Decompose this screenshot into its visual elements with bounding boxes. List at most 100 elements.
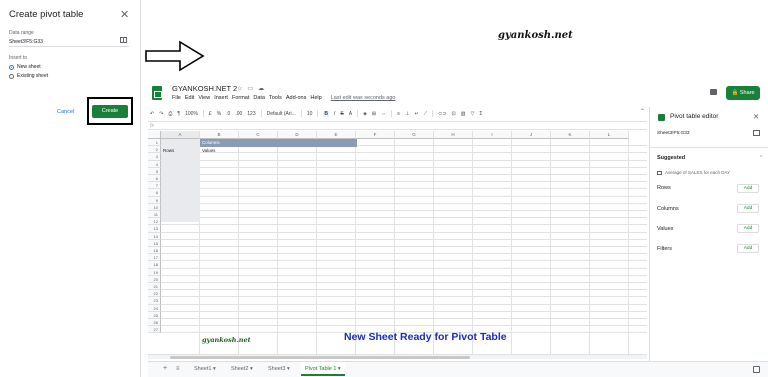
row-header[interactable]: 4	[148, 160, 161, 168]
column-header[interactable]: K	[551, 131, 590, 139]
menu-view[interactable]: View	[198, 95, 210, 101]
menu-file[interactable]: File	[172, 95, 181, 101]
explore-icon[interactable]	[753, 366, 760, 373]
suggestion-item[interactable]: Average of SALES for each DAY	[657, 170, 730, 175]
font-size-select[interactable]: 10	[307, 111, 313, 117]
spreadsheet-grid[interactable]: Columns Rows Values gyankosh.net New She…	[148, 131, 647, 354]
close-icon[interactable]: ✕	[753, 112, 759, 121]
menu-data[interactable]: Data	[253, 95, 265, 101]
row-header[interactable]: 21	[148, 283, 161, 291]
comment-add-icon[interactable]: ⊡	[452, 111, 456, 117]
row-header[interactable]: 26	[148, 319, 161, 327]
row-header[interactable]: 14	[148, 232, 161, 240]
row-header[interactable]: 7	[148, 182, 161, 190]
borders-icon[interactable]: ⊞	[372, 111, 376, 117]
redo-icon[interactable]: ↷	[159, 111, 163, 117]
currency-button[interactable]: £	[209, 111, 212, 117]
row-header[interactable]: 17	[148, 254, 161, 262]
cell-b1[interactable]: Columns	[202, 140, 220, 145]
tab-sheet2[interactable]: Sheet2 ▾	[227, 362, 257, 376]
rotate-icon[interactable]: ⟋	[424, 111, 428, 117]
row-header[interactable]: 3	[148, 153, 161, 161]
menu-insert[interactable]: Insert	[214, 95, 228, 101]
radio-new-sheet[interactable]: New sheet	[9, 64, 41, 70]
close-icon[interactable]: ✕	[120, 8, 129, 21]
filter-icon[interactable]: ▽	[470, 111, 474, 117]
row-header[interactable]: 16	[148, 247, 161, 255]
document-title[interactable]: GYANKOSH.NET 2	[172, 84, 237, 93]
tab-sheet3[interactable]: Sheet3 ▾	[264, 362, 294, 376]
row-header[interactable]: 11	[148, 211, 161, 219]
menu-tools[interactable]: Tools	[269, 95, 282, 101]
undo-icon[interactable]: ↶	[150, 111, 154, 117]
more-formats-button[interactable]: 123	[247, 111, 255, 117]
radio-unselected-icon[interactable]	[9, 73, 14, 79]
create-button[interactable]: Create	[92, 105, 128, 118]
comment-icon[interactable]	[710, 89, 717, 95]
filters-add-button[interactable]: Add	[737, 244, 759, 253]
column-header[interactable]: A	[161, 131, 200, 139]
menu-edit[interactable]: Edit	[185, 95, 194, 101]
align-left-icon[interactable]: ≡	[397, 111, 400, 117]
merge-icon[interactable]: ⇔	[381, 111, 386, 117]
column-header[interactable]: E	[317, 131, 356, 139]
cancel-button[interactable]: Cancel	[57, 109, 74, 115]
increase-decimal-button[interactable]: .00	[235, 111, 242, 117]
column-header[interactable]: D	[278, 131, 317, 139]
paint-format-icon[interactable]: ¶	[177, 111, 180, 117]
print-icon[interactable]: ⎙	[168, 111, 172, 117]
row-header[interactable]: 27	[148, 326, 161, 334]
row-header[interactable]: 13	[148, 225, 161, 233]
row-header[interactable]: 10	[148, 203, 161, 211]
add-sheet-icon[interactable]: +	[163, 365, 167, 372]
column-header[interactable]: B	[200, 131, 239, 139]
row-header[interactable]: 15	[148, 239, 161, 247]
rows-add-button[interactable]: Add	[737, 184, 759, 193]
strikethrough-button[interactable]: S	[340, 111, 343, 117]
row-header[interactable]: 19	[148, 268, 161, 276]
column-header[interactable]: G	[395, 131, 434, 139]
row-header[interactable]: 5	[148, 167, 161, 175]
chevron-up-icon[interactable]: ⌃	[640, 108, 645, 115]
font-select[interactable]: Default (Ari...	[267, 111, 296, 117]
column-header[interactable]: H	[434, 131, 473, 139]
column-header[interactable]: L	[590, 131, 629, 139]
chart-icon[interactable]: ▥	[461, 111, 466, 117]
select-all-corner[interactable]	[148, 131, 161, 139]
values-add-button[interactable]: Add	[737, 224, 759, 233]
share-button[interactable]: 🔒 Share	[726, 86, 760, 100]
radio-existing-sheet[interactable]: Existing sheet	[9, 73, 48, 79]
row-header[interactable]: 6	[148, 175, 161, 183]
zoom-select[interactable]: 100%	[185, 111, 198, 117]
column-header[interactable]: J	[512, 131, 551, 139]
horizontal-scrollbar[interactable]	[148, 354, 647, 359]
row-header[interactable]: 20	[148, 275, 161, 283]
column-header[interactable]: I	[473, 131, 512, 139]
select-range-icon[interactable]	[120, 37, 127, 43]
folder-icon[interactable]: ▭	[247, 85, 253, 92]
row-header[interactable]: 23	[148, 297, 161, 305]
chevron-up-icon[interactable]: ⌃	[759, 155, 763, 161]
radio-selected-icon[interactable]	[9, 64, 14, 70]
all-sheets-icon[interactable]: ≡	[176, 366, 180, 372]
text-color-button[interactable]: A	[349, 111, 352, 117]
last-edit-link[interactable]: Last edit was seconds ago	[331, 95, 396, 101]
functions-button[interactable]: Σ	[479, 111, 482, 117]
row-header[interactable]: 22	[148, 290, 161, 298]
cell-b2[interactable]: Values	[202, 148, 215, 153]
column-header[interactable]: F	[356, 131, 395, 139]
valign-icon[interactable]: ⊥	[405, 111, 409, 117]
data-range-input[interactable]: Sheet3!F5:G33	[9, 37, 129, 47]
editor-range-input[interactable]: Sheet3!F5:G33	[656, 129, 762, 139]
row-header[interactable]: 24	[148, 304, 161, 312]
menu-addons[interactable]: Add-ons	[286, 95, 307, 101]
wrap-icon[interactable]: ↵	[414, 111, 418, 117]
row-header[interactable]: 25	[148, 311, 161, 319]
tab-pivot-table-1[interactable]: Pivot Table 1 ▾	[301, 362, 345, 376]
scrollbar-thumb[interactable]	[170, 356, 470, 359]
italic-button[interactable]: I	[334, 111, 335, 117]
decrease-decimal-button[interactable]: .0	[226, 111, 230, 117]
column-header[interactable]: C	[239, 131, 278, 139]
menu-help[interactable]: Help	[310, 95, 321, 101]
star-icon[interactable]: ☆	[237, 85, 242, 92]
